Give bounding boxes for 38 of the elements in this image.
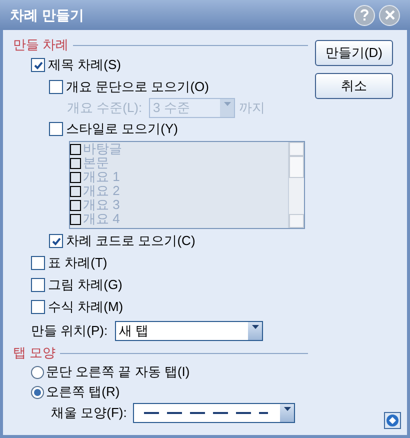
checkbox-label: 수식 차례(M)	[48, 298, 124, 316]
help-icon	[360, 9, 369, 21]
caret-icon	[284, 407, 290, 411]
checkbox[interactable]	[31, 256, 45, 270]
dropdown[interactable]	[133, 403, 295, 423]
section-title: 만들 차례	[13, 36, 70, 54]
caret-icon	[224, 102, 230, 106]
caret-icon	[252, 325, 258, 329]
close-button[interactable]	[379, 4, 400, 26]
checkbox-label: 개요 문단으로 모으기(O)	[66, 78, 209, 96]
checkbox[interactable]	[49, 80, 63, 94]
checkbox-label: 차례 코드로 모으기(C)	[66, 232, 196, 250]
suffix-label: 까지	[239, 99, 265, 118]
help-button[interactable]	[354, 4, 375, 26]
radio-button[interactable]	[31, 386, 44, 398]
checkbox[interactable]	[49, 234, 63, 248]
checkbox-label: 그림 차례(G)	[48, 276, 122, 294]
dialog-button[interactable]: 취소	[315, 73, 393, 99]
field-label: 채울 모양(F):	[51, 404, 128, 422]
checkbox[interactable]	[31, 58, 45, 72]
help-corner-button[interactable]	[384, 412, 401, 429]
section-title: 탭 모양	[13, 344, 57, 362]
radio-label: 문단 오른쪽 끝 자동 탭(I)	[46, 363, 190, 382]
checkbox-label: 제목 차례(S)	[48, 56, 121, 74]
field-label: 개요 수준(L):	[67, 99, 144, 118]
close-icon	[384, 10, 394, 20]
field-label: 만들 위치(P):	[31, 322, 109, 340]
checkbox-label: 스타일로 모으기(Y)	[66, 120, 178, 138]
checkbox[interactable]	[49, 122, 63, 136]
checkbox[interactable]	[31, 300, 45, 314]
dropdown[interactable]: 새 탭	[115, 321, 263, 341]
checkbox[interactable]	[31, 278, 45, 292]
radio-label: 오른쪽 탭(R)	[46, 383, 120, 402]
dashed-line-icon	[144, 412, 268, 414]
checkbox-label: 표 차례(T)	[48, 254, 108, 272]
window-title: 차례 만들기	[10, 6, 85, 24]
radio-button[interactable]	[31, 366, 44, 378]
dialog-button[interactable]: 만들기(D)	[315, 40, 393, 66]
